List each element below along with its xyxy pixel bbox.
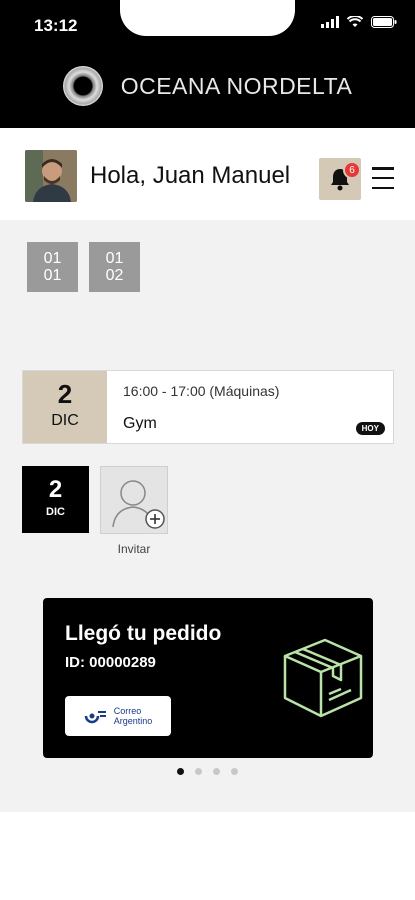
event-card[interactable]: 2 DIC 16:00 - 17:00 (Máquinas) Gym HOY [22,370,394,444]
unit-chip-1[interactable]: 01 01 [27,242,78,292]
menu-line [372,186,394,189]
unit-chip-line1: 01 [43,250,62,267]
event-day: 2 [57,379,73,409]
avatar[interactable] [25,150,77,202]
courier-line2: Argentino [113,716,153,726]
date-box-day: 2 [48,476,63,503]
delivery-id: ID: 00000289 [65,654,156,671]
add-person-icon [112,480,165,529]
menu-line [372,176,394,180]
date-box-month: DIC [46,506,65,518]
wifi-icon [347,16,363,27]
correo-argentino-logo-icon [84,711,106,724]
event-time: 16:00 - 17:00 (Máquinas) [123,383,280,399]
invite-button[interactable] [100,466,168,534]
status-time: 13:12 [34,16,78,35]
user-header: Hola, Juan Manuel 6 [0,128,415,220]
notifications-button[interactable]: 6 [319,158,361,200]
courier-logo: Correo Argentino [65,696,171,736]
device-notch [120,0,295,36]
carousel-dot[interactable] [231,768,238,775]
event-date-block: 2 DIC [23,371,107,443]
today-badge: HOY [355,422,385,435]
top-bar: 13:12 OCEANA NORDELTA [0,0,415,128]
delivery-card[interactable]: Llegó tu pedido ID: 00000289 Correo Arge… [43,598,373,758]
unit-chip-line1: 01 [105,250,124,267]
event-month: DIC [51,412,79,429]
signal-icon [321,16,339,28]
menu-line [372,167,394,170]
menu-button[interactable] [372,167,394,189]
main-content: 01 01 01 02 2 DIC 16:00 - 17:00 (Máquina… [0,220,415,812]
courier-line1: Correo [113,706,142,716]
unit-chip-line2: 02 [105,267,124,284]
unit-chip-2[interactable]: 01 02 [89,242,140,292]
greeting-text: Hola, Juan Manuel [90,162,291,189]
carousel-dots [0,768,415,775]
delivery-title: Llegó tu pedido [65,622,222,645]
invite-label: Invitar [117,542,151,556]
carousel-dot[interactable] [177,768,184,775]
battery-icon [371,16,397,28]
courier-name: Correo Argentino [114,706,153,726]
status-icons [321,16,397,28]
avatar-photo-icon [25,150,77,202]
brand-header: OCEANA NORDELTA [0,62,415,110]
package-box-icon [283,638,363,718]
date-box[interactable]: 2 DIC [22,466,89,533]
notification-count-badge: 6 [343,161,361,179]
carousel-dot[interactable] [213,768,220,775]
carousel-dot[interactable] [195,768,202,775]
event-name: Gym [123,415,157,432]
brand-name: OCEANA NORDELTA [120,72,353,99]
unit-chip-line2: 01 [43,267,62,284]
brand-logo-icon [62,66,103,106]
